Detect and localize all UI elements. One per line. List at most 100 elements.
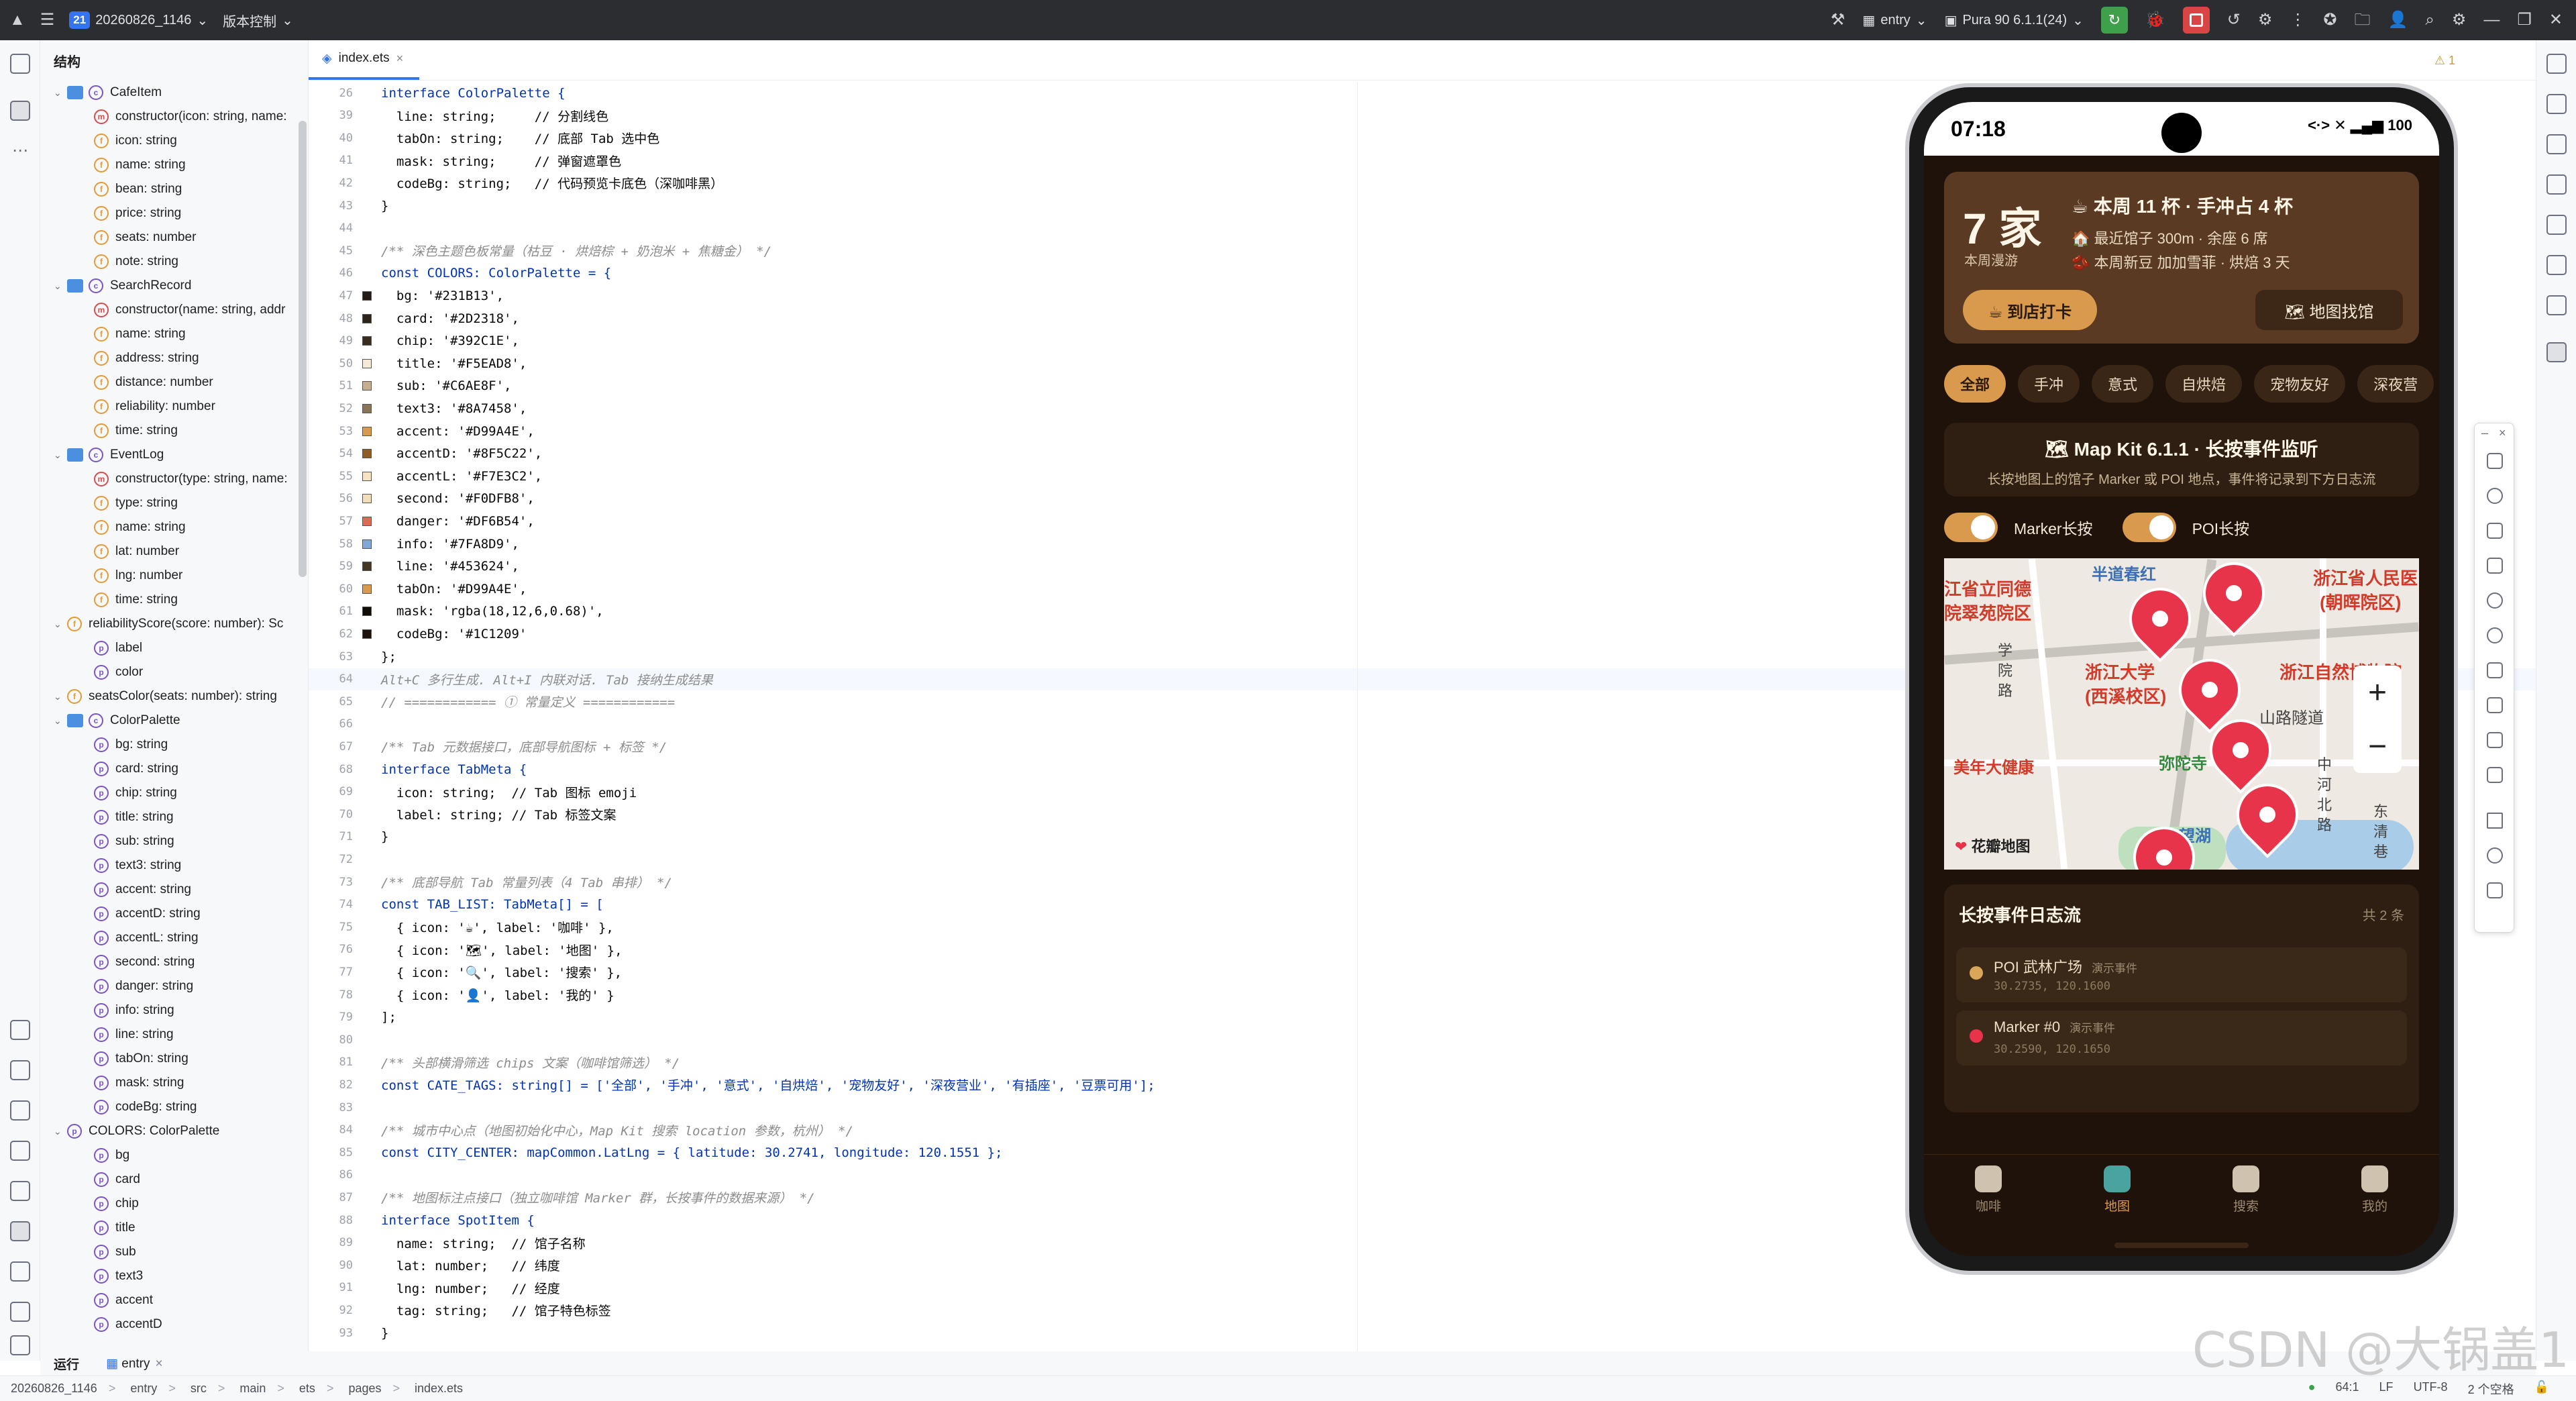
color-swatch-icon[interactable] (362, 584, 372, 594)
breadcrumb-item[interactable]: pages (348, 1382, 400, 1396)
color-swatch-icon[interactable] (362, 291, 372, 301)
project-view-icon[interactable] (10, 54, 30, 74)
emulator-volume-up-icon[interactable] (2487, 662, 2503, 678)
structure-item[interactable]: ⌄ f seatsColor(seats: number): string (40, 684, 308, 709)
line-separator[interactable]: LF (2379, 1380, 2394, 1398)
structure-item[interactable]: p sub: string (40, 829, 308, 853)
zoom-out-button[interactable]: − (2368, 728, 2387, 765)
structure-item[interactable]: p card (40, 1168, 308, 1192)
code-line[interactable]: 26 interface ColorPalette { (309, 82, 1355, 104)
emulator-power-icon[interactable] (2487, 488, 2503, 504)
structure-item[interactable]: p chip: string (40, 781, 308, 805)
structure-item[interactable]: p text3: string (40, 853, 308, 878)
structure-item[interactable]: f time: string (40, 419, 308, 443)
emulator-fold-icon[interactable] (2487, 523, 2503, 539)
code-line[interactable]: 78 { icon: '👤', label: '我的' } (309, 984, 1355, 1006)
filter-chip[interactable]: 意式 (2092, 365, 2154, 403)
structure-item[interactable]: p accentD: string (40, 902, 308, 926)
structure-item[interactable]: p danger: string (40, 974, 308, 998)
todo-icon[interactable] (10, 1060, 30, 1080)
structure-item[interactable]: f name: string (40, 322, 308, 346)
code-line[interactable]: 60 tabOn: '#D99A4E', (309, 578, 1355, 600)
emulator-icon[interactable] (2546, 342, 2567, 362)
code-line[interactable]: 45 /** 深色主题色板常量（枯豆 · 烘焙棕 + 奶泡米 + 焦糖金） */ (309, 240, 1355, 262)
structure-item[interactable]: p color (40, 660, 308, 684)
code-line[interactable]: 63}; (309, 645, 1355, 668)
more-tools-icon[interactable]: ⋯ (12, 141, 28, 160)
color-swatch-icon[interactable] (362, 336, 372, 346)
settings-icon[interactable]: ⚙ (2452, 12, 2467, 28)
code-line[interactable]: 40 tabOn: string; // 底部 Tab 选中色 (309, 127, 1355, 149)
code-line[interactable]: 43} (309, 195, 1355, 217)
stop-button[interactable] (2182, 7, 2210, 34)
run-tab[interactable]: 运行 (54, 1355, 79, 1373)
emulator-rotate-icon[interactable] (2487, 592, 2503, 609)
harmony-icon[interactable] (2546, 94, 2567, 114)
emulator-menu-icon[interactable] (2487, 453, 2503, 469)
breadcrumb-item[interactable]: 20260826_1146 (11, 1382, 115, 1396)
maximize-icon[interactable]: ❐ (2517, 12, 2532, 28)
inspector-icon[interactable] (2546, 215, 2567, 235)
more-icon[interactable]: ⋮ (2290, 12, 2306, 28)
chevron-down-icon[interactable]: ⌄ (54, 450, 67, 461)
code-line[interactable]: 49 chip: '#392C1E', (309, 330, 1355, 352)
tab-map[interactable]: 地图 (2053, 1155, 2182, 1228)
breadcrumb-item[interactable]: ets (299, 1382, 334, 1396)
chevron-down-icon[interactable]: ⌄ (54, 619, 67, 630)
structure-item[interactable]: f note: string (40, 250, 308, 274)
code-line[interactable]: 71} (309, 826, 1355, 848)
device-manager-icon[interactable]: 🗀 (2355, 12, 2371, 28)
structure-item[interactable]: f type: string (40, 491, 308, 515)
problems-icon[interactable] (10, 1100, 30, 1121)
vcs-menu[interactable]: 版本控制 ⌄ (223, 11, 293, 30)
structure-scrollbar[interactable] (299, 121, 307, 577)
filter-chip[interactable]: 自烘焙 (2165, 365, 2243, 403)
structure-item[interactable]: m constructor(icon: string, name: (40, 105, 308, 129)
structure-item[interactable]: f name: string (40, 515, 308, 539)
map-label[interactable]: (西溪校区) (2085, 683, 2166, 708)
map-label[interactable]: 院翠苑院区 (1944, 600, 2031, 625)
chevron-down-icon[interactable]: ⌄ (54, 280, 67, 292)
code-line[interactable]: 46 const COLORS: ColorPalette = { (309, 262, 1355, 284)
structure-item[interactable]: ⌄ c EventLog (40, 443, 308, 467)
code-line[interactable]: 68 interface TabMeta { (309, 758, 1355, 780)
close-icon[interactable]: ✕ (2549, 12, 2563, 28)
cursor-position[interactable]: 64:1 (2336, 1380, 2359, 1398)
filter-chip[interactable]: 全部 (1944, 365, 2006, 403)
color-swatch-icon[interactable] (362, 449, 372, 459)
device-selector[interactable]: ▣ Pura 90 6.1.1(24) ⌄ (1945, 12, 2084, 29)
event-log-item[interactable]: Marker #0 演示事件 30.2590, 120.1650 (1956, 1010, 2407, 1066)
code-line[interactable]: 93} (309, 1322, 1355, 1344)
code-line[interactable]: 44 (309, 217, 1355, 240)
code-line[interactable]: 88 interface SpotItem { (309, 1209, 1355, 1231)
plugins-icon[interactable]: ✪ (2323, 12, 2337, 28)
filter-chip[interactable]: 宠物友好 (2254, 365, 2346, 403)
code-line[interactable]: 89 name: string; // 馆子名称 (309, 1232, 1355, 1254)
color-swatch-icon[interactable] (362, 629, 372, 639)
tab-search[interactable]: 搜索 (2182, 1155, 2310, 1228)
code-line[interactable]: 75 { icon: '☕', label: '咖啡' }, (309, 916, 1355, 938)
code-line[interactable]: 52 text3: '#8A7458', (309, 397, 1355, 419)
chevron-down-icon[interactable]: ⌄ (54, 691, 67, 703)
code-line[interactable]: 41 mask: string; // 弹窗遮罩色 (309, 150, 1355, 172)
code-line[interactable]: 87 /** 地图标注点接口（独立咖啡馆 Marker 群，长按事件的数据来源） … (309, 1186, 1355, 1208)
poi-longpress-toggle[interactable] (2122, 513, 2176, 542)
tab-coffee[interactable]: 咖啡 (1924, 1155, 2053, 1228)
color-swatch-icon[interactable] (362, 562, 372, 572)
structure-item[interactable]: p line: string (40, 1023, 308, 1047)
structure-item[interactable]: p tabOn: string (40, 1047, 308, 1071)
code-line[interactable]: 54 accentD: '#8F5C22', (309, 443, 1355, 465)
chevron-down-icon[interactable]: ⌄ (54, 87, 67, 99)
emulator-home-icon[interactable] (2487, 847, 2503, 864)
structure-item[interactable]: p bg (40, 1143, 308, 1168)
structure-item[interactable]: p accent: string (40, 878, 308, 902)
emulator-recents-icon[interactable] (2487, 882, 2503, 898)
code-line[interactable]: 42 codeBg: string; // 代码预览卡底色（深咖啡黑） (309, 172, 1355, 194)
account-icon[interactable]: 👤 (2388, 12, 2408, 28)
notifications-icon[interactable] (10, 1302, 30, 1322)
log-icon[interactable] (10, 1020, 30, 1040)
structure-item[interactable]: f time: string (40, 588, 308, 612)
structure-item[interactable]: p accentL: string (40, 926, 308, 950)
build-icon[interactable]: ⚒ (1831, 12, 1845, 28)
device-icon[interactable] (2546, 295, 2567, 315)
